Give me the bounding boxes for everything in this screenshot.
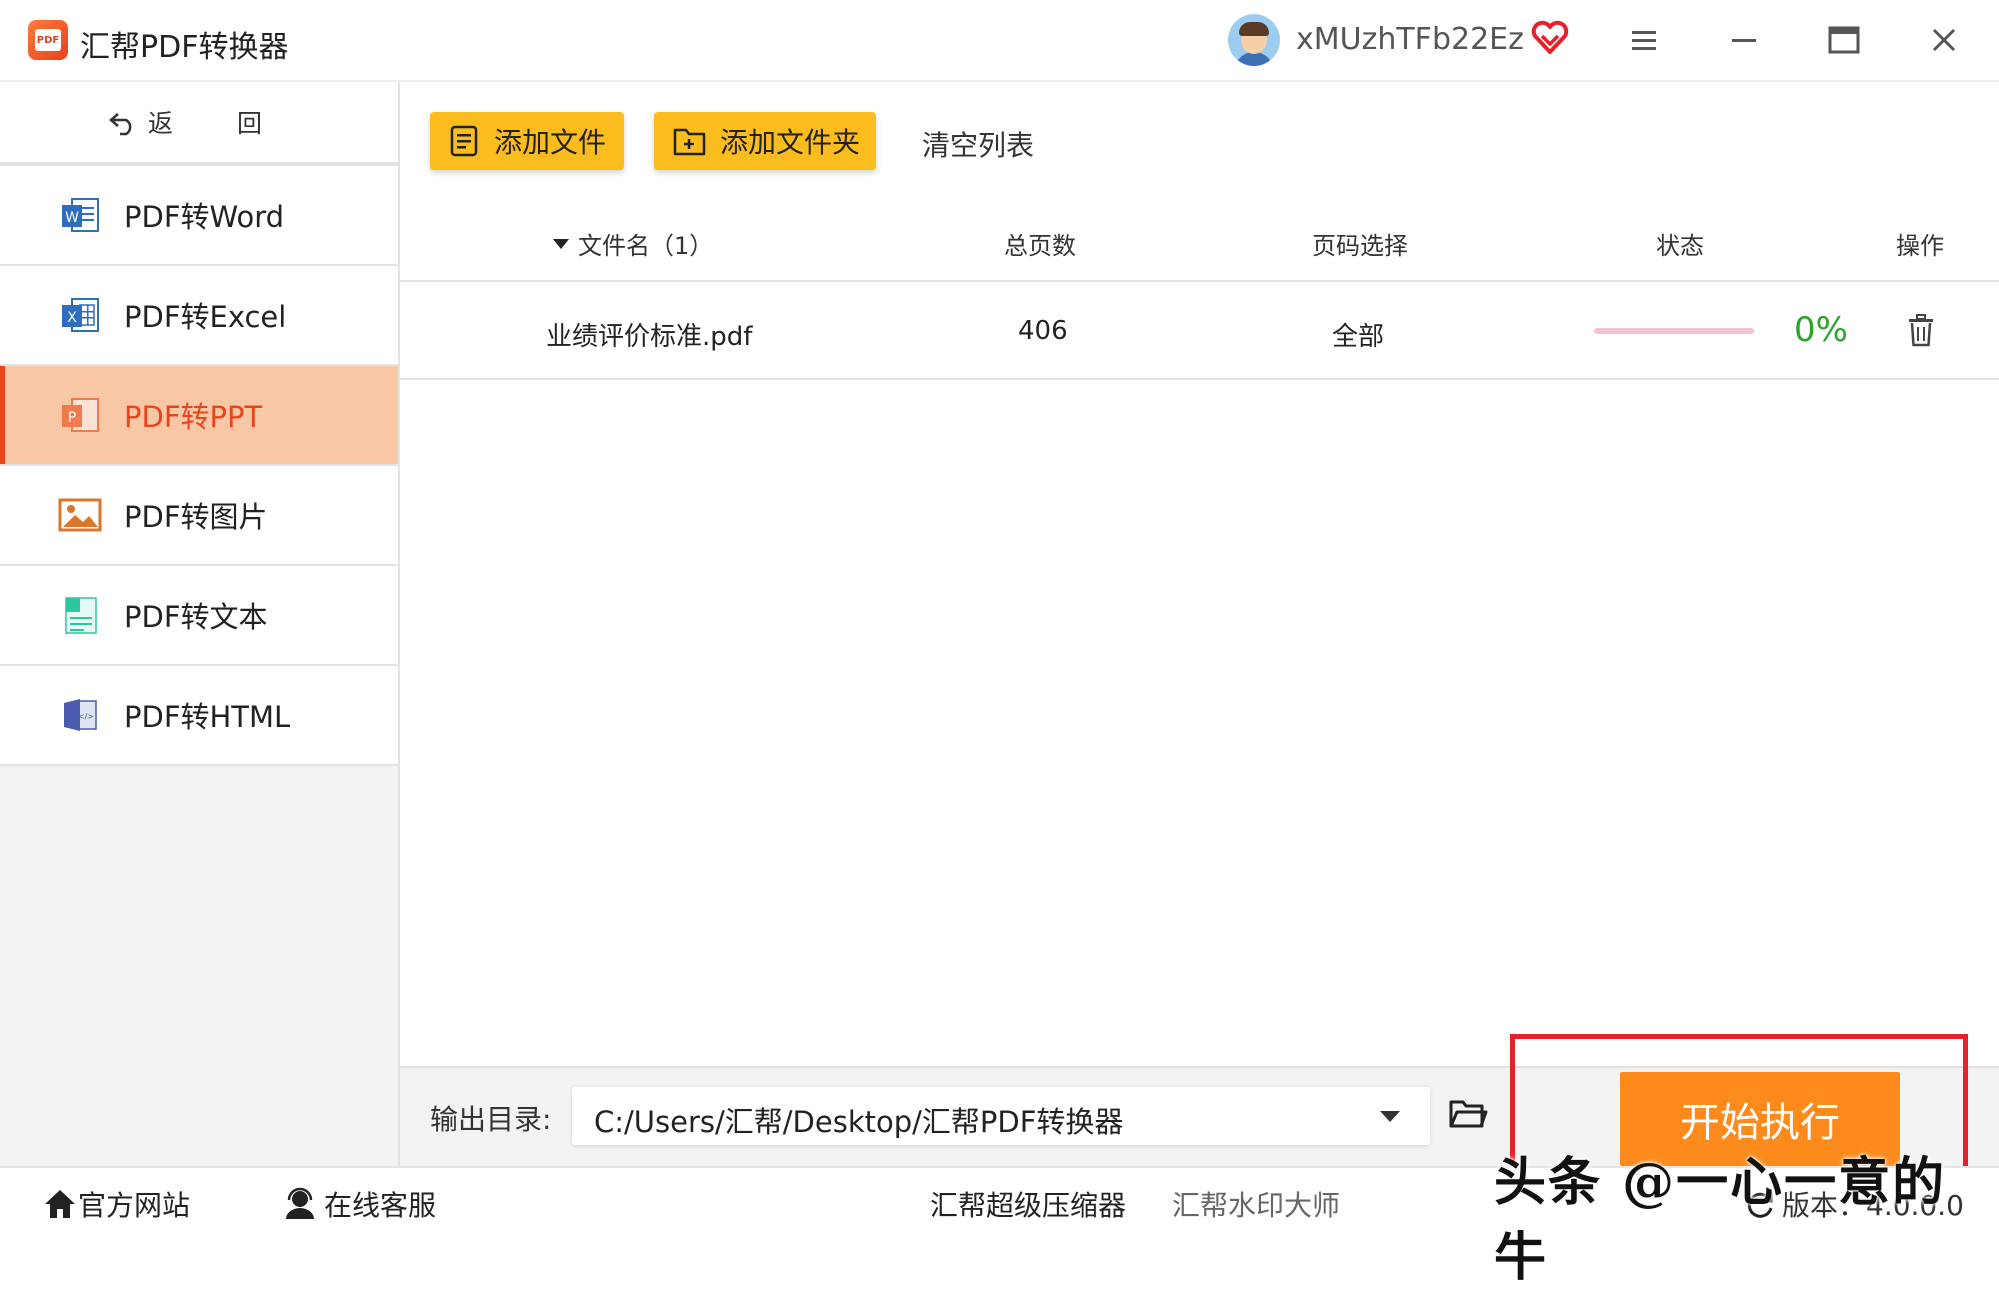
sidebar-item-pdf-to-html[interactable]: </> PDF转HTML xyxy=(0,666,398,766)
menu-icon[interactable] xyxy=(1622,18,1666,62)
sidebar-item-pdf-to-image[interactable]: PDF转图片 xyxy=(0,466,398,566)
delete-icon[interactable] xyxy=(1906,313,1936,347)
open-folder-icon[interactable] xyxy=(1448,1094,1488,1134)
column-header-action: 操作 xyxy=(1896,232,1944,260)
sidebar-item-label: PDF转Excel xyxy=(124,300,287,334)
back-button[interactable]: 返 回 xyxy=(0,82,398,166)
svg-text:P: P xyxy=(68,410,76,426)
app-title: 汇帮PDF转换器 xyxy=(80,30,289,65)
support-icon xyxy=(286,1187,314,1219)
sidebar-item-pdf-to-ppt[interactable]: P PDF转PPT xyxy=(0,366,398,466)
sidebar: 返 回 W PDF转Word X PDF转Excel P PDF转PPT PDF… xyxy=(0,82,400,1166)
svg-text:</>: </> xyxy=(78,712,94,721)
add-file-button[interactable]: 添加文件 xyxy=(430,112,624,170)
official-website-link[interactable]: 官方网站 xyxy=(42,1184,190,1224)
word-icon: W xyxy=(62,198,99,232)
row-page-select[interactable]: 全部 xyxy=(1332,316,1384,353)
avatar[interactable] xyxy=(1228,14,1280,66)
column-header-page-select: 页码选择 xyxy=(1312,232,1408,260)
app-logo-icon: PDF xyxy=(28,20,68,60)
row-filename: 业绩评价标准.pdf xyxy=(546,322,753,352)
row-pages: 406 xyxy=(1018,316,1068,346)
close-icon[interactable] xyxy=(1922,18,1966,62)
image-icon xyxy=(58,498,102,532)
sidebar-item-label: PDF转PPT xyxy=(124,400,263,434)
text-icon xyxy=(65,597,97,634)
sort-down-icon xyxy=(553,238,569,249)
column-header-filename[interactable]: 文件名（1） xyxy=(552,226,713,261)
add-file-label: 添加文件 xyxy=(494,126,607,159)
maximize-icon[interactable] xyxy=(1822,18,1866,62)
add-folder-label: 添加文件夹 xyxy=(720,126,861,159)
add-folder-button[interactable]: 添加文件夹 xyxy=(654,112,876,170)
back-label: 返 回 xyxy=(148,109,290,138)
svg-text:W: W xyxy=(65,210,79,226)
sidebar-item-pdf-to-word[interactable]: W PDF转Word xyxy=(0,166,398,266)
ppt-icon: P xyxy=(62,398,99,432)
sidebar-item-label: PDF转HTML xyxy=(124,700,291,734)
output-path-value: C:/Users/汇帮/Desktop/汇帮PDF转换器 xyxy=(594,1105,1124,1139)
minimize-icon[interactable] xyxy=(1722,18,1766,62)
table-header-divider xyxy=(400,280,1999,282)
row-progress-text: 0% xyxy=(1794,310,1848,350)
sidebar-item-pdf-to-text[interactable]: PDF转文本 xyxy=(0,566,398,666)
vip-heart-icon[interactable] xyxy=(1530,18,1570,58)
compressor-link[interactable]: 汇帮超级压缩器 xyxy=(930,1184,1126,1224)
username[interactable]: xMUzhTFb22Ez xyxy=(1296,22,1524,57)
column-header-pages: 总页数 xyxy=(1004,232,1076,260)
add-file-icon xyxy=(450,125,478,157)
sidebar-item-label: PDF转图片 xyxy=(124,500,268,534)
add-folder-icon xyxy=(673,128,706,156)
excel-icon: X xyxy=(62,298,99,332)
svg-text:X: X xyxy=(67,310,77,326)
watermark-tool-link[interactable]: 汇帮水印大师 xyxy=(1172,1184,1340,1224)
title-bar: PDF 汇帮PDF转换器 xMUzhTFb22Ez xyxy=(0,0,1999,82)
output-path-select[interactable]: C:/Users/汇帮/Desktop/汇帮PDF转换器 xyxy=(572,1087,1430,1145)
home-icon xyxy=(45,1190,75,1218)
output-label: 输出目录: xyxy=(430,1103,552,1136)
chevron-down-icon xyxy=(1380,1111,1400,1122)
back-arrow-icon xyxy=(109,113,132,136)
sidebar-item-label: PDF转文本 xyxy=(124,600,268,634)
overlay-watermark: 头条 @一心一意的牛 xyxy=(1494,1152,1947,1288)
sidebar-item-pdf-to-excel[interactable]: X PDF转Excel xyxy=(0,266,398,366)
clear-list-button[interactable]: 清空列表 xyxy=(922,124,1034,164)
table-row-divider xyxy=(400,378,1999,380)
column-header-status: 状态 xyxy=(1656,232,1704,260)
sidebar-item-label: PDF转Word xyxy=(124,200,285,234)
html-icon: </> xyxy=(64,699,97,731)
online-support-link[interactable]: 在线客服 xyxy=(282,1184,436,1224)
row-progress-bar xyxy=(1594,328,1754,334)
